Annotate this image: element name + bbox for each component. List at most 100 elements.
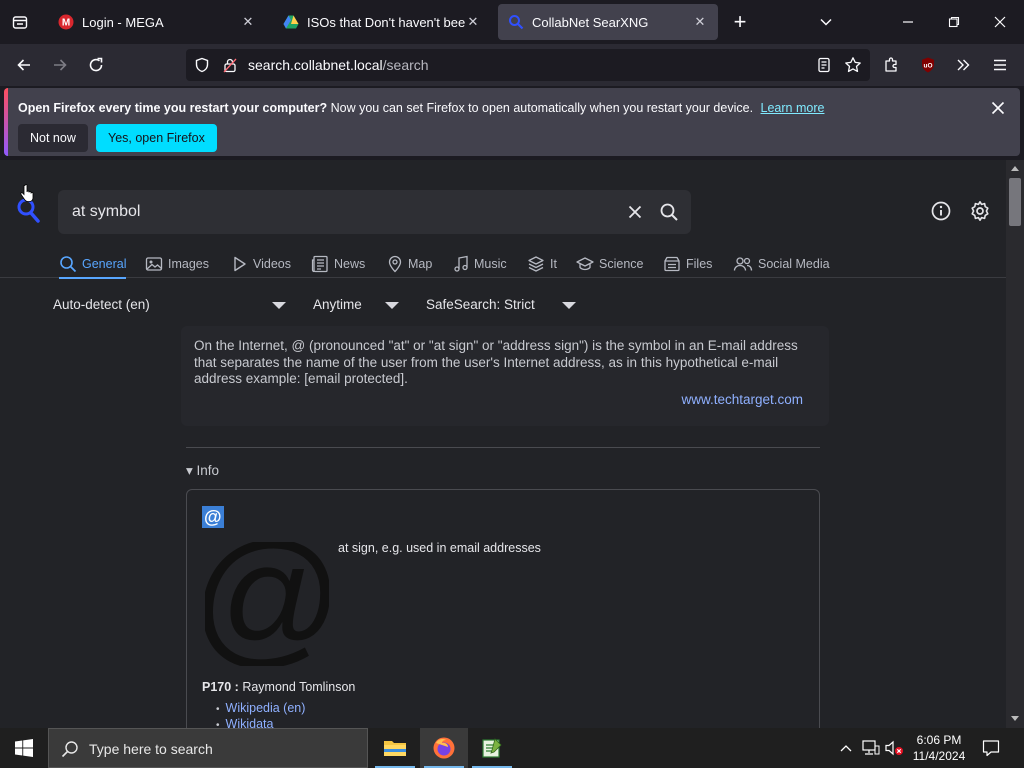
taskbar-file-explorer[interactable]: [371, 728, 419, 768]
tab-label: News: [334, 257, 366, 271]
tab-social-media[interactable]: Social Media: [733, 252, 830, 276]
chevron-down-icon[interactable]: [562, 302, 576, 309]
windows-logo-icon: [15, 739, 33, 757]
taskbar-firefox[interactable]: [420, 728, 468, 768]
tab-label: Videos: [253, 257, 291, 271]
insecure-lock-icon[interactable]: [222, 57, 238, 73]
settings-gear-icon[interactable]: [969, 200, 991, 222]
chevron-down-icon[interactable]: [385, 302, 399, 309]
property-key: P170 :: [202, 680, 239, 694]
tracking-protection-shield-icon[interactable]: [194, 57, 210, 73]
svg-text:M: M: [62, 18, 70, 29]
tab-science[interactable]: Science: [576, 252, 643, 276]
tab-strip: M Login - MEGA ✕ ISOs that Don't haven't…: [0, 0, 1024, 44]
back-button[interactable]: [8, 49, 40, 81]
hamburger-menu-icon: [994, 59, 1006, 71]
infobox-title[interactable]: @: [202, 506, 224, 528]
ublock-origin-button[interactable]: uO: [912, 49, 944, 81]
volume-muted-icon[interactable]: [884, 739, 904, 757]
notification-close-button[interactable]: [982, 92, 1014, 124]
start-button[interactable]: [0, 728, 48, 768]
google-drive-favicon-icon: [283, 15, 299, 29]
tab-mega[interactable]: M Login - MEGA ✕: [48, 4, 266, 40]
reload-button[interactable]: [80, 49, 112, 81]
info-icon[interactable]: [931, 201, 951, 221]
safesearch-select[interactable]: SafeSearch: Strict: [426, 297, 535, 312]
bookmark-star-icon[interactable]: [844, 56, 862, 74]
people-icon: [733, 257, 753, 271]
scrollbar-thumb[interactable]: [1009, 178, 1021, 226]
wikidata-link[interactable]: Wikidata: [216, 717, 305, 728]
list-all-tabs-button[interactable]: [810, 6, 842, 38]
time-range-select[interactable]: Anytime: [313, 297, 362, 312]
tab-news[interactable]: News: [311, 252, 365, 276]
tab-label: Map: [408, 257, 433, 271]
svg-text:uO: uO: [923, 63, 932, 70]
more-tools-button[interactable]: [947, 49, 979, 81]
tab-close-icon[interactable]: ✕: [465, 14, 481, 30]
tab-label: General: [82, 257, 127, 271]
tab-close-icon[interactable]: ✕: [240, 14, 256, 30]
app-menu-button[interactable]: [984, 49, 1016, 81]
scroll-down-arrow-icon[interactable]: [1011, 716, 1019, 722]
tab-music[interactable]: Music: [453, 252, 507, 276]
tab-title: CollabNet SearXNG: [532, 14, 649, 30]
at-sign-image: @: [205, 542, 329, 666]
notepad-icon: [482, 738, 502, 758]
tab-images[interactable]: Images: [145, 252, 209, 276]
search-input[interactable]: at symbol: [72, 203, 140, 221]
yes-open-firefox-button[interactable]: Yes, open Firefox: [96, 124, 217, 152]
clear-search-icon[interactable]: [628, 205, 642, 219]
tab-videos[interactable]: Videos: [232, 252, 291, 276]
tab-label: Social Media: [758, 257, 830, 271]
notifications-icon[interactable]: [982, 739, 1000, 757]
forward-button[interactable]: [44, 49, 76, 81]
chevron-down-icon[interactable]: [272, 302, 286, 309]
tab-general[interactable]: General: [59, 252, 127, 279]
image-icon: [145, 257, 163, 271]
notification-text: Now you can set Firefox to open automati…: [330, 101, 754, 115]
scroll-up-arrow-icon[interactable]: [1011, 165, 1019, 171]
ublock-shield-icon: uO: [922, 57, 934, 73]
search-box[interactable]: at symbol: [58, 190, 691, 234]
restore-button[interactable]: [938, 6, 970, 38]
reader-view-icon[interactable]: [816, 57, 832, 73]
extensions-button[interactable]: [876, 49, 908, 81]
tab-it[interactable]: It: [527, 252, 557, 276]
page-scrollbar[interactable]: [1006, 160, 1024, 728]
info-section-toggle[interactable]: ▾ Info: [186, 463, 219, 479]
learn-more-link[interactable]: Learn more: [761, 101, 825, 115]
chevron-up-icon[interactable]: [840, 743, 852, 753]
close-icon: [994, 16, 1006, 28]
answer-source-link[interactable]: www.techtarget.com: [681, 392, 803, 407]
tab-title: Login - MEGA: [82, 14, 164, 30]
network-icon[interactable]: [862, 740, 880, 756]
taskbar-clock[interactable]: 6:06 PM 11/4/2024: [906, 732, 972, 764]
tab-files[interactable]: Files: [663, 252, 712, 276]
notification-bold-text: Open Firefox every time you restart your…: [18, 101, 328, 115]
new-tab-button[interactable]: +: [724, 6, 756, 38]
tab-map[interactable]: Map: [387, 252, 432, 276]
chevron-down-icon: [820, 18, 832, 26]
search-icon[interactable]: [659, 202, 679, 222]
firefox-view-button[interactable]: [4, 6, 36, 38]
answer-text: On the Internet, @ (pronounced "at" or "…: [194, 338, 798, 386]
tab-isos[interactable]: ISOs that Don't haven't been up ✕: [273, 4, 491, 40]
music-note-icon: [454, 255, 468, 272]
tab-searxng[interactable]: CollabNet SearXNG ✕: [498, 4, 718, 40]
language-select[interactable]: Auto-detect (en): [53, 297, 150, 312]
taskbar-notepad-app[interactable]: [468, 728, 516, 768]
minimize-button[interactable]: [892, 6, 924, 38]
at-sign-glyph: @: [205, 542, 329, 666]
url-text[interactable]: search.collabnet.local/search: [248, 57, 429, 73]
taskbar-search-box[interactable]: Type here to search: [48, 728, 368, 768]
tab-label: Music: [474, 257, 507, 271]
infobox-description: at sign, e.g. used in email addresses: [338, 541, 541, 555]
url-bar[interactable]: search.collabnet.local/search: [186, 49, 870, 81]
close-window-button[interactable]: [984, 6, 1016, 38]
info-section-label: Info: [196, 463, 220, 478]
not-now-button[interactable]: Not now: [18, 124, 88, 152]
tab-close-icon[interactable]: ✕: [692, 14, 708, 30]
wikipedia-link[interactable]: Wikipedia (en): [216, 701, 306, 717]
tab-label: Images: [168, 257, 209, 271]
